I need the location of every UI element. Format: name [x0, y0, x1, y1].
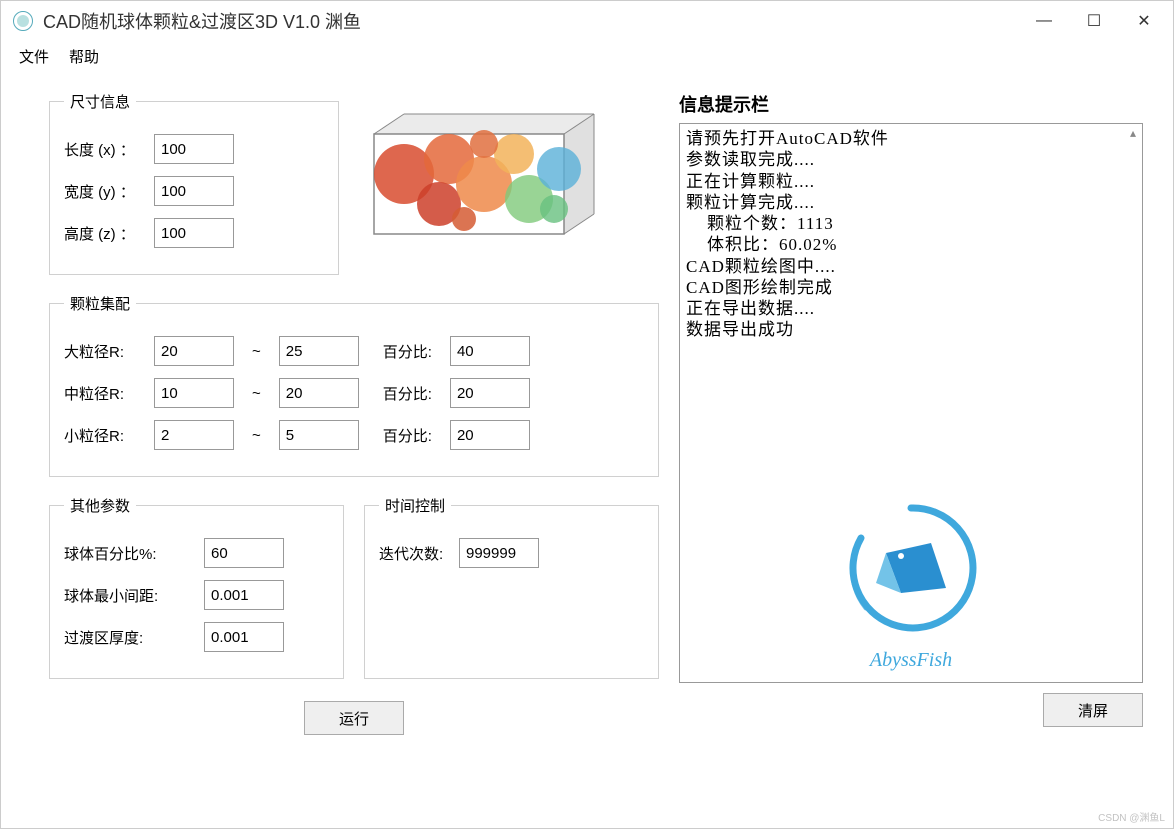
grading-group: 颗粒集配 大粒径R: ~ 百分比: 中粒径R: ~ 百分比:	[49, 293, 659, 477]
sphere-pct-label: 球体百分比%:	[64, 543, 204, 564]
app-window: CAD随机球体颗粒&过渡区3D V1.0 渊鱼 ― ☐ ✕ 文件 帮助 尺寸信息…	[0, 0, 1174, 829]
length-label: 长度 (x) ：	[64, 139, 154, 160]
grade-mid-label: 中粒径R:	[64, 383, 154, 404]
info-text: 请预先打开AutoCAD软件 参数读取完成.... 正在计算颗粒.... 颗粒计…	[680, 124, 1142, 345]
size-group: 尺寸信息 长度 (x) ： 宽度 (y) ： 高度 (z) ：	[49, 91, 339, 275]
iter-label: 迭代次数:	[379, 543, 459, 564]
menubar: 文件 帮助	[1, 41, 1173, 71]
length-input[interactable]	[154, 134, 234, 164]
preview-image	[359, 99, 619, 249]
pct-label-1: 百分比:	[383, 341, 432, 362]
logo: AbyssFish	[801, 498, 1021, 672]
time-legend: 时间控制	[379, 495, 451, 516]
tilde-icon: ~	[252, 427, 261, 444]
close-button[interactable]: ✕	[1119, 3, 1169, 39]
menu-file[interactable]: 文件	[19, 46, 49, 67]
footer-watermark: CSDN @渊鱼L	[1098, 809, 1165, 824]
height-input[interactable]	[154, 218, 234, 248]
iter-input[interactable]	[459, 538, 539, 568]
min-gap-label: 球体最小间距:	[64, 585, 204, 606]
width-label: 宽度 (y) ：	[64, 181, 154, 202]
itz-input[interactable]	[204, 622, 284, 652]
other-group: 其他参数 球体百分比%: 球体最小间距: 过渡区厚度:	[49, 495, 344, 679]
run-button[interactable]: 运行	[304, 701, 404, 735]
logo-text: AbyssFish	[801, 649, 1021, 672]
tilde-icon: ~	[252, 343, 261, 360]
grade-small-pct[interactable]	[450, 420, 530, 450]
pct-label-3: 百分比:	[383, 425, 432, 446]
clear-button[interactable]: 清屏	[1043, 693, 1143, 727]
maximize-button[interactable]: ☐	[1069, 3, 1119, 39]
size-legend: 尺寸信息	[64, 91, 136, 112]
grade-small-min[interactable]	[154, 420, 234, 450]
grade-large-pct[interactable]	[450, 336, 530, 366]
menu-help[interactable]: 帮助	[69, 46, 99, 67]
tilde-icon: ~	[252, 385, 261, 402]
pct-label-2: 百分比:	[383, 383, 432, 404]
logo-icon	[841, 498, 981, 638]
grade-large-min[interactable]	[154, 336, 234, 366]
height-label: 高度 (z) ：	[64, 223, 154, 244]
grade-large-label: 大粒径R:	[64, 341, 154, 362]
grade-mid-max[interactable]	[279, 378, 359, 408]
grade-large-max[interactable]	[279, 336, 359, 366]
window-title: CAD随机球体颗粒&过渡区3D V1.0 渊鱼	[43, 8, 1019, 34]
grade-mid-pct[interactable]	[450, 378, 530, 408]
grade-mid-min[interactable]	[154, 378, 234, 408]
grade-small-label: 小粒径R:	[64, 425, 154, 446]
scroll-up-icon[interactable]: ▴	[1130, 126, 1140, 140]
grading-legend: 颗粒集配	[64, 293, 136, 314]
other-legend: 其他参数	[64, 495, 136, 516]
app-icon	[13, 11, 33, 31]
itz-label: 过渡区厚度:	[64, 627, 204, 648]
min-gap-input[interactable]	[204, 580, 284, 610]
grade-small-max[interactable]	[279, 420, 359, 450]
width-input[interactable]	[154, 176, 234, 206]
titlebar: CAD随机球体颗粒&过渡区3D V1.0 渊鱼 ― ☐ ✕	[1, 1, 1173, 41]
info-box: ▴ 请预先打开AutoCAD软件 参数读取完成.... 正在计算颗粒.... 颗…	[679, 123, 1143, 683]
info-title: 信息提示栏	[679, 91, 1143, 117]
sphere-pct-input[interactable]	[204, 538, 284, 568]
time-group: 时间控制 迭代次数:	[364, 495, 659, 679]
minimize-button[interactable]: ―	[1019, 3, 1069, 39]
